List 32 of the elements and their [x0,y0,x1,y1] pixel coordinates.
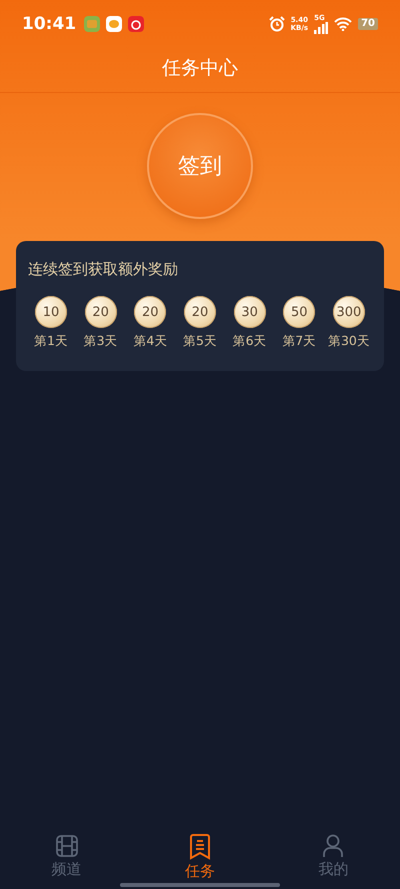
battery-level: 70 [358,18,378,30]
day-label: 第30天 [328,333,370,350]
sign-in-button[interactable]: 签到 [147,113,253,219]
day-label: 第4天 [133,333,168,350]
reward-coin: 50 [283,296,316,328]
reward-coin: 20 [134,296,166,328]
signal-icon [314,22,328,34]
app-icon [106,16,122,32]
film-icon [54,834,79,858]
app-icon [84,16,100,32]
day-label: 第3天 [84,333,118,350]
wifi-icon [334,17,352,31]
page-title: 任务中心 [162,56,238,80]
nav-tab[interactable]: 任务 [150,834,250,881]
app-icon [128,16,144,32]
nav-tab[interactable]: 我的 [283,834,384,881]
reward-coin: 20 [84,296,117,328]
reward-coin: 300 [332,296,365,328]
status-time: 10:41 [22,14,76,34]
nav-tab[interactable]: 频道 [16,834,117,881]
reward-coin: 30 [234,296,266,328]
day-label: 第6天 [232,333,267,350]
day-label: 第1天 [34,333,68,350]
reward-coin: 10 [35,296,67,328]
day-label: 第5天 [182,333,217,350]
reward-coin: 20 [184,296,216,328]
bookmark-list-icon [188,834,212,860]
day-label: 第7天 [282,333,316,350]
user-icon [322,834,344,858]
alarm-icon [268,16,285,32]
home-indicator[interactable] [120,883,280,887]
card-title: 连续签到获取额外奖励 [28,260,178,279]
